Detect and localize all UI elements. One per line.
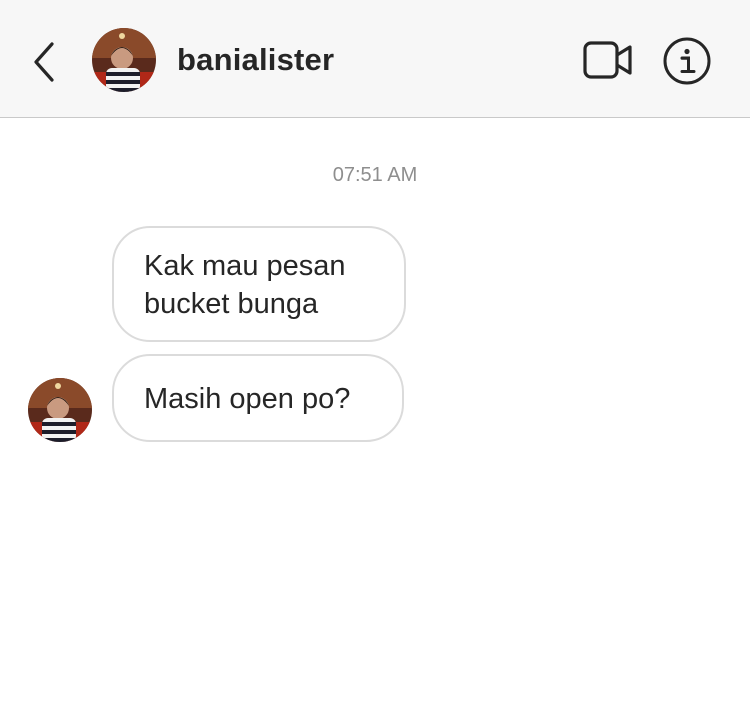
back-button[interactable] [26,40,62,84]
chat-username[interactable]: banialister [177,40,334,80]
info-button[interactable] [662,36,712,86]
info-icon [663,37,711,85]
message-timestamp: 07:51 AM [332,164,418,186]
message-bubble[interactable]: Masih open po? [112,354,404,442]
chevron-left-icon [34,42,54,82]
video-call-button[interactable] [582,40,634,80]
message-bubble[interactable]: Kak mau pesan bucket bunga [112,226,406,342]
sender-avatar[interactable] [28,378,92,442]
video-camera-icon [583,41,632,79]
chat-header: banialister [0,0,750,118]
avatar[interactable] [92,28,156,92]
